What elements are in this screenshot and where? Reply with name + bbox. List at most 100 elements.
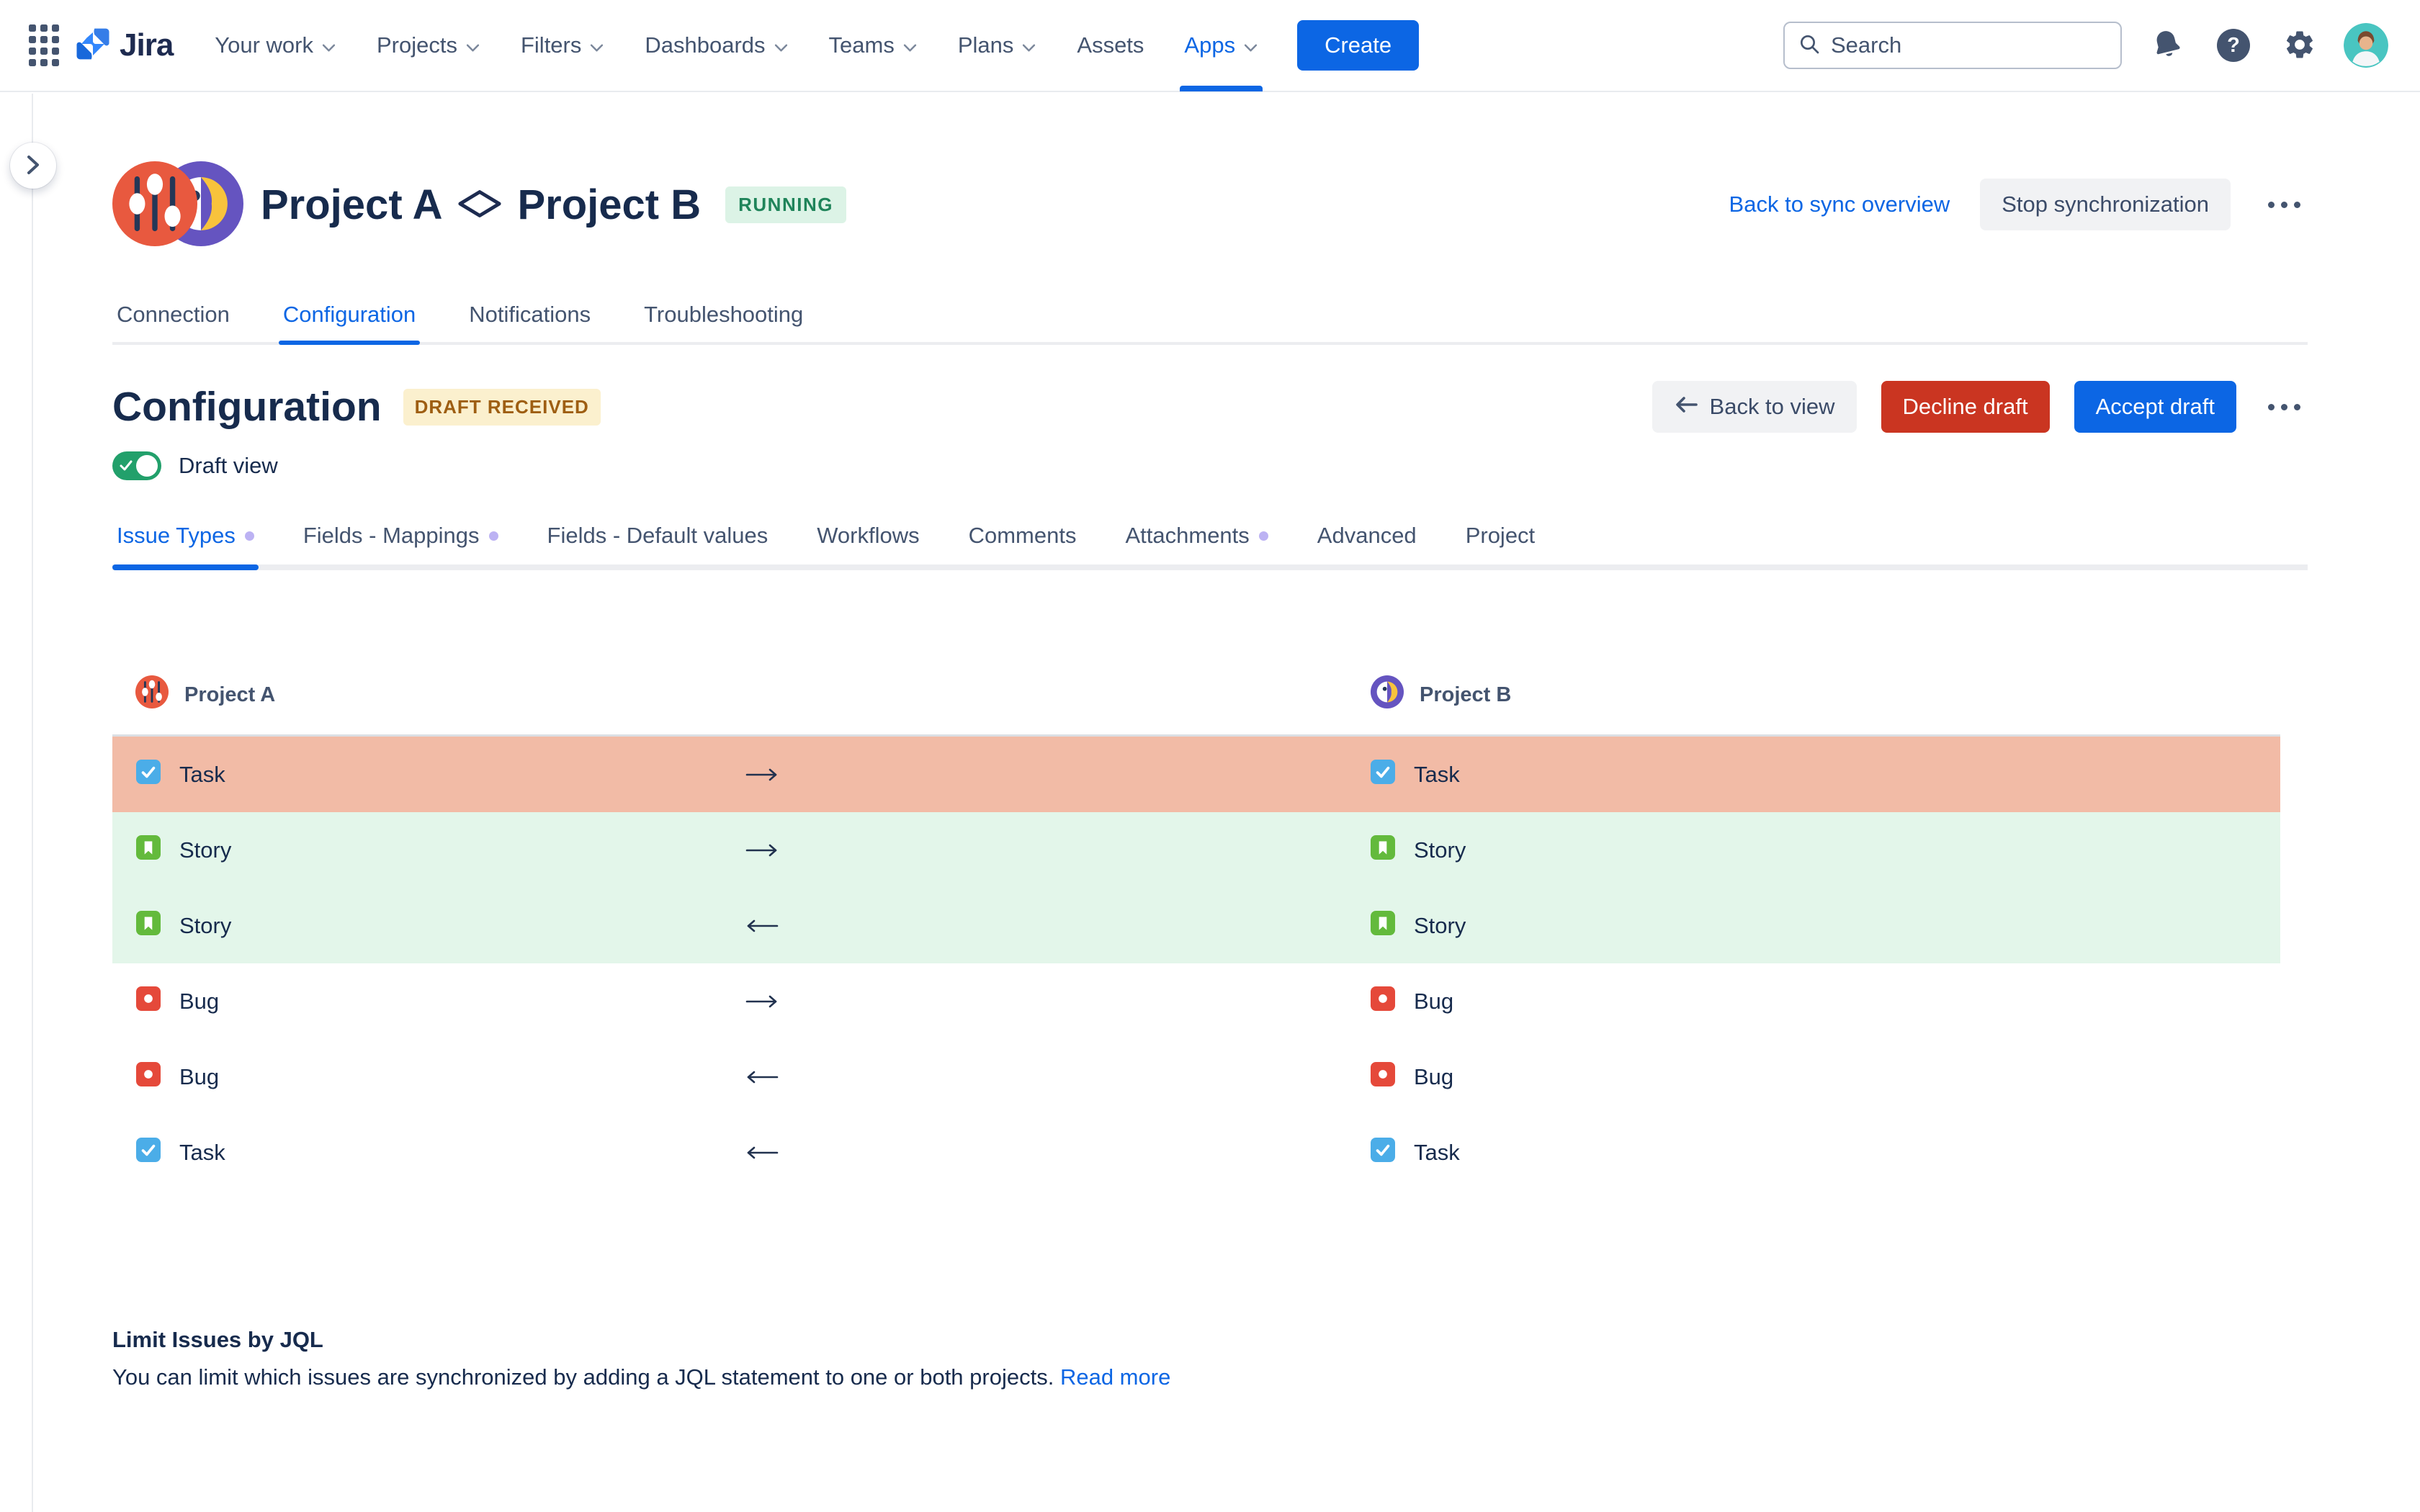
accept-draft-button[interactable]: Accept draft [2074, 381, 2236, 433]
read-more-link[interactable]: Read more [1060, 1364, 1170, 1390]
app-switcher-button[interactable] [22, 19, 66, 71]
draft-view-toggle[interactable] [112, 451, 161, 480]
more-options-icon [2268, 404, 2300, 410]
story-icon [1371, 835, 1395, 865]
issue-type-label: Story [1414, 913, 1466, 939]
chevron-down-icon [902, 32, 918, 58]
search-input[interactable] [1829, 32, 2107, 59]
sidebar-rail [32, 94, 33, 1512]
sync-header: Project A Project B RUNNING Back to sync… [112, 161, 2308, 248]
subtab-project[interactable]: Project [1461, 522, 1539, 564]
project-a-avatar [112, 161, 197, 250]
issue-type-label: Task [179, 762, 225, 788]
right-issue-type: Bug [1371, 1039, 1453, 1115]
left-issue-type: Task [136, 737, 225, 812]
page-title-left: Project A [261, 181, 442, 229]
nav-item-assets[interactable]: Assets [1077, 0, 1144, 91]
user-avatar[interactable] [2344, 23, 2388, 68]
help-icon: ? [2217, 29, 2250, 62]
sync-pair-avatar [112, 161, 243, 248]
settings-button[interactable] [2279, 24, 2321, 66]
nav-item-plans[interactable]: Plans [958, 0, 1037, 91]
mapping-row-bug-left[interactable]: Bug Bug [112, 1039, 2280, 1115]
subtab-attachments[interactable]: Attachments [1121, 522, 1272, 564]
top-navigation: Jira Your work Projects Filters Dashboards T… [0, 0, 2420, 92]
subtab-fields-mappings[interactable]: Fields - Mappings [299, 522, 503, 564]
nav-item-apps[interactable]: Apps [1184, 0, 1258, 91]
configuration-more-button[interactable] [2261, 397, 2308, 418]
change-indicator-dot [489, 531, 498, 541]
task-icon [136, 760, 161, 790]
project-b-avatar [1371, 675, 1404, 714]
bug-icon [1371, 986, 1395, 1017]
jira-logo[interactable]: Jira [73, 24, 173, 67]
search-icon [1798, 32, 1821, 59]
left-issue-type: Bug [136, 1039, 219, 1115]
jql-description: You can limit which issues are synchroni… [112, 1364, 2308, 1390]
stop-synchronization-button[interactable]: Stop synchronization [1980, 179, 2231, 230]
arrow-left-icon [1674, 394, 1698, 420]
check-icon [119, 459, 133, 473]
tab-connection[interactable]: Connection [112, 301, 234, 342]
subtab-issue-types[interactable]: Issue Types [112, 522, 259, 564]
sidebar-expand-button[interactable] [10, 143, 56, 189]
tab-configuration[interactable]: Configuration [279, 301, 420, 342]
back-to-sync-overview-link[interactable]: Back to sync overview [1729, 192, 1950, 217]
nav-item-filters[interactable]: Filters [521, 0, 604, 91]
draft-view-label: Draft view [179, 453, 278, 479]
right-issue-type: Task [1371, 1115, 1460, 1190]
jql-heading: Limit Issues by JQL [112, 1327, 2308, 1353]
mapping-row-task-left[interactable]: Task Task [112, 1115, 2280, 1190]
mapping-row-story-right[interactable]: StoryStory [112, 812, 2280, 888]
nav-item-your-work[interactable]: Your work [215, 0, 336, 91]
mapping-column-headers: Project A Project B [112, 675, 2280, 716]
issue-type-label: Task [1414, 1140, 1460, 1166]
section-title: Configuration [112, 383, 382, 431]
left-issue-type: Task [136, 1115, 225, 1190]
chevron-down-icon [1021, 32, 1036, 58]
nav-item-teams[interactable]: Teams [829, 0, 918, 91]
sync-direction-arrow-right [745, 737, 779, 812]
help-button[interactable]: ? [2213, 24, 2254, 66]
subtab-comments[interactable]: Comments [964, 522, 1081, 564]
bug-icon [136, 986, 161, 1017]
main-content: Project A Project B RUNNING Back to sync… [33, 161, 2420, 1390]
draft-received-badge: DRAFT RECEIVED [403, 389, 601, 426]
subtab-fields-default-values[interactable]: Fields - Default values [543, 522, 773, 564]
page-title: Project A Project B [261, 181, 701, 229]
header-more-button[interactable] [2261, 194, 2308, 215]
chevron-right-icon [25, 153, 41, 179]
sync-direction-arrow-left [745, 888, 779, 963]
issue-type-label: Bug [1414, 1064, 1453, 1090]
create-button[interactable]: Create [1297, 20, 1419, 71]
back-to-view-button[interactable]: Back to view [1652, 381, 1857, 433]
search-box[interactable] [1783, 22, 2122, 69]
story-icon [136, 911, 161, 941]
nav-item-dashboards[interactable]: Dashboards [645, 0, 788, 91]
issue-type-mapping: Project A Project B Task Task Story Story St… [112, 675, 2308, 1190]
right-issue-type: Bug [1371, 963, 1453, 1039]
bell-icon [2147, 24, 2187, 67]
subtab-workflows[interactable]: Workflows [812, 522, 923, 564]
decline-draft-button[interactable]: Decline draft [1881, 381, 2050, 433]
mapping-row-task-right[interactable]: Task Task [112, 737, 2280, 812]
left-issue-type: Story [136, 888, 231, 963]
gear-icon [2283, 28, 2316, 63]
right-issue-type: Task [1371, 737, 1460, 812]
configuration-header: Configuration DRAFT RECEIVED Back to vie… [112, 381, 2308, 433]
bug-icon [136, 1062, 161, 1092]
notifications-button[interactable] [2146, 24, 2188, 66]
jira-wordmark: Jira [120, 27, 173, 63]
mapping-row-story-left[interactable]: Story Story [112, 888, 2280, 963]
mapping-row-bug-right[interactable]: BugBug [112, 963, 2280, 1039]
connection-tabs: Connection Configuration Notifications Trou… [112, 301, 2308, 345]
nav-item-projects[interactable]: Projects [377, 0, 480, 91]
subtab-advanced[interactable]: Advanced [1313, 522, 1421, 564]
tab-troubleshooting[interactable]: Troubleshooting [640, 301, 807, 342]
issue-type-label: Story [179, 837, 231, 863]
change-indicator-dot [245, 531, 254, 541]
tab-notifications[interactable]: Notifications [465, 301, 595, 342]
left-project-header: Project A [135, 675, 275, 714]
chevron-down-icon [465, 32, 480, 58]
chevron-down-icon [321, 32, 336, 58]
